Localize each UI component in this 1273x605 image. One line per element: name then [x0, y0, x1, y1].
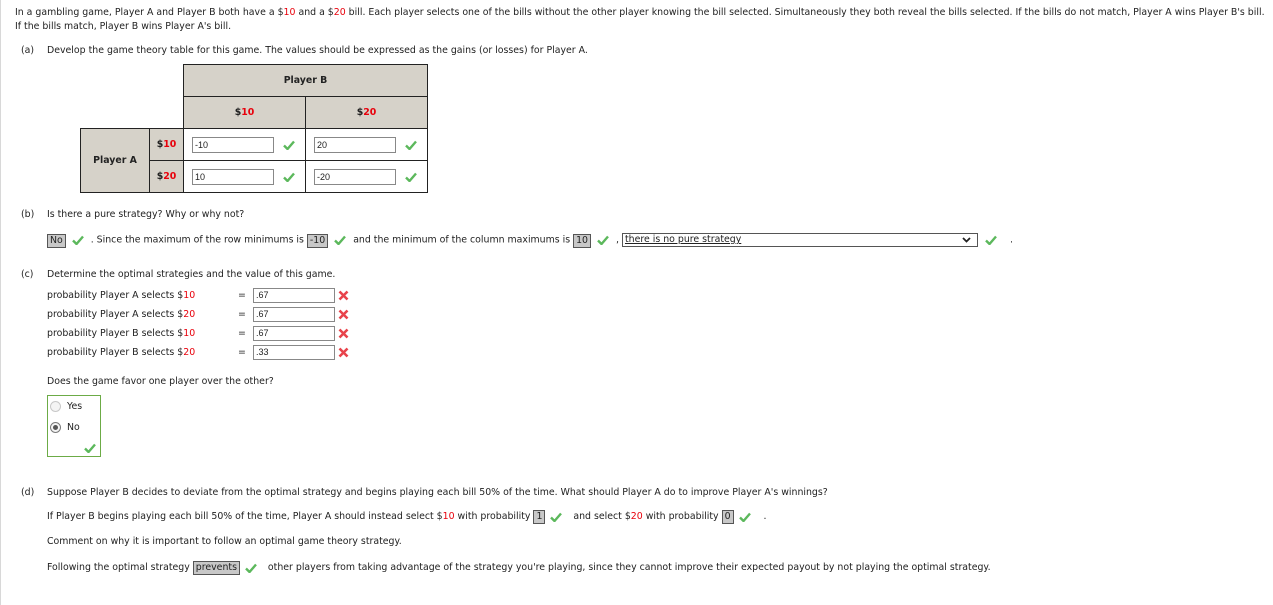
problem-intro: In a gambling game, Player A and Player …	[15, 7, 1265, 32]
radio-option-yes[interactable]: Yes	[50, 400, 82, 414]
part-d-question: (d) Suppose Player B decides to deviate f…	[21, 487, 828, 498]
comment-prompt: Comment on why it is important to follow…	[47, 536, 402, 547]
radio-option-no[interactable]: No	[50, 421, 80, 435]
check-icon	[405, 140, 418, 150]
check-icon	[334, 235, 347, 245]
payoff-input-10-20[interactable]: 20	[314, 136, 396, 153]
part-c-label: (c)	[21, 269, 34, 280]
row-player-header: Player A	[80, 128, 150, 193]
part-d-label: (d)	[21, 487, 35, 498]
prevents-answer[interactable]: prevents	[192, 561, 240, 575]
payoff-cell-10-10: -10	[183, 128, 306, 161]
part-b-question: (b) Is there a pure strategy? Why or why …	[21, 209, 245, 220]
prob-input-a-10[interactable]: .67	[253, 288, 335, 303]
prob-row-a-20: probability Player A selects $20 = .67	[47, 307, 349, 322]
row-header-20: $20	[149, 160, 184, 193]
part-a-label: (a)	[21, 45, 35, 56]
check-icon	[550, 512, 563, 522]
check-icon	[84, 443, 96, 453]
check-icon	[405, 172, 418, 182]
part-b-label: (b)	[21, 209, 35, 220]
radio-yes[interactable]	[50, 401, 61, 412]
payoff-cell-20-20: -20	[305, 160, 428, 193]
check-icon	[597, 235, 609, 245]
col-header-20: $20	[305, 96, 428, 129]
prob-input-a-20[interactable]: .67	[253, 307, 335, 322]
x-icon	[338, 328, 349, 339]
check-icon	[245, 563, 257, 573]
max-row-min-answer[interactable]: -10	[306, 233, 329, 248]
x-icon	[338, 290, 349, 301]
pure-strategy-answer[interactable]: No	[47, 233, 66, 248]
prob-10-answer[interactable]: 1	[533, 510, 546, 524]
check-icon	[71, 235, 84, 245]
x-icon	[338, 309, 349, 320]
col-header-10: $10	[183, 96, 306, 129]
check-icon	[283, 172, 296, 182]
payoff-cell-20-10: 10	[183, 160, 306, 193]
prob-row-b-10: probability Player B selects $10 = .67	[47, 326, 349, 341]
check-icon	[985, 235, 997, 245]
chevron-down-icon	[962, 234, 971, 247]
prob-input-b-10[interactable]: .67	[253, 326, 335, 341]
payoff-input-20-20[interactable]: -20	[314, 168, 396, 185]
prob-row-b-20: probability Player B selects $20 = .33	[47, 345, 349, 360]
row-header-10: $10	[149, 128, 184, 161]
min-col-max-answer[interactable]: 10	[573, 233, 592, 248]
payoff-input-10-10[interactable]: -10	[192, 136, 274, 153]
part-b-answer-line: No . Since the maximum of the row minimu…	[47, 233, 1013, 248]
check-icon	[738, 512, 751, 522]
game-theory-table: Player B $10 $20 Player A $10 -10 20 $20…	[80, 64, 428, 193]
prob-20-answer[interactable]: 0	[721, 510, 734, 524]
radio-no[interactable]	[50, 422, 61, 433]
part-a-question: (a) Develop the game theory table for thi…	[21, 45, 588, 56]
part-c-question: (c) Determine the optimal strategies and …	[21, 269, 336, 280]
payoff-cell-10-20: 20	[305, 128, 428, 161]
favor-radio-group: Yes No	[47, 395, 101, 457]
part-d-answer-line-2: Following the optimal strategy prevents …	[47, 561, 991, 575]
payoff-input-20-10[interactable]: 10	[192, 168, 274, 185]
prob-input-b-20[interactable]: .33	[253, 345, 335, 360]
favor-question: Does the game favor one player over the …	[47, 376, 274, 387]
part-d-answer-line-1: If Player B begins playing each bill 50%…	[47, 510, 767, 524]
check-icon	[283, 140, 296, 150]
prob-row-a-10: probability Player A selects $10 = .67	[47, 288, 349, 303]
col-player-header: Player B	[183, 64, 428, 97]
x-icon	[338, 347, 349, 358]
reason-dropdown[interactable]: there is no pure strategy	[621, 233, 978, 247]
